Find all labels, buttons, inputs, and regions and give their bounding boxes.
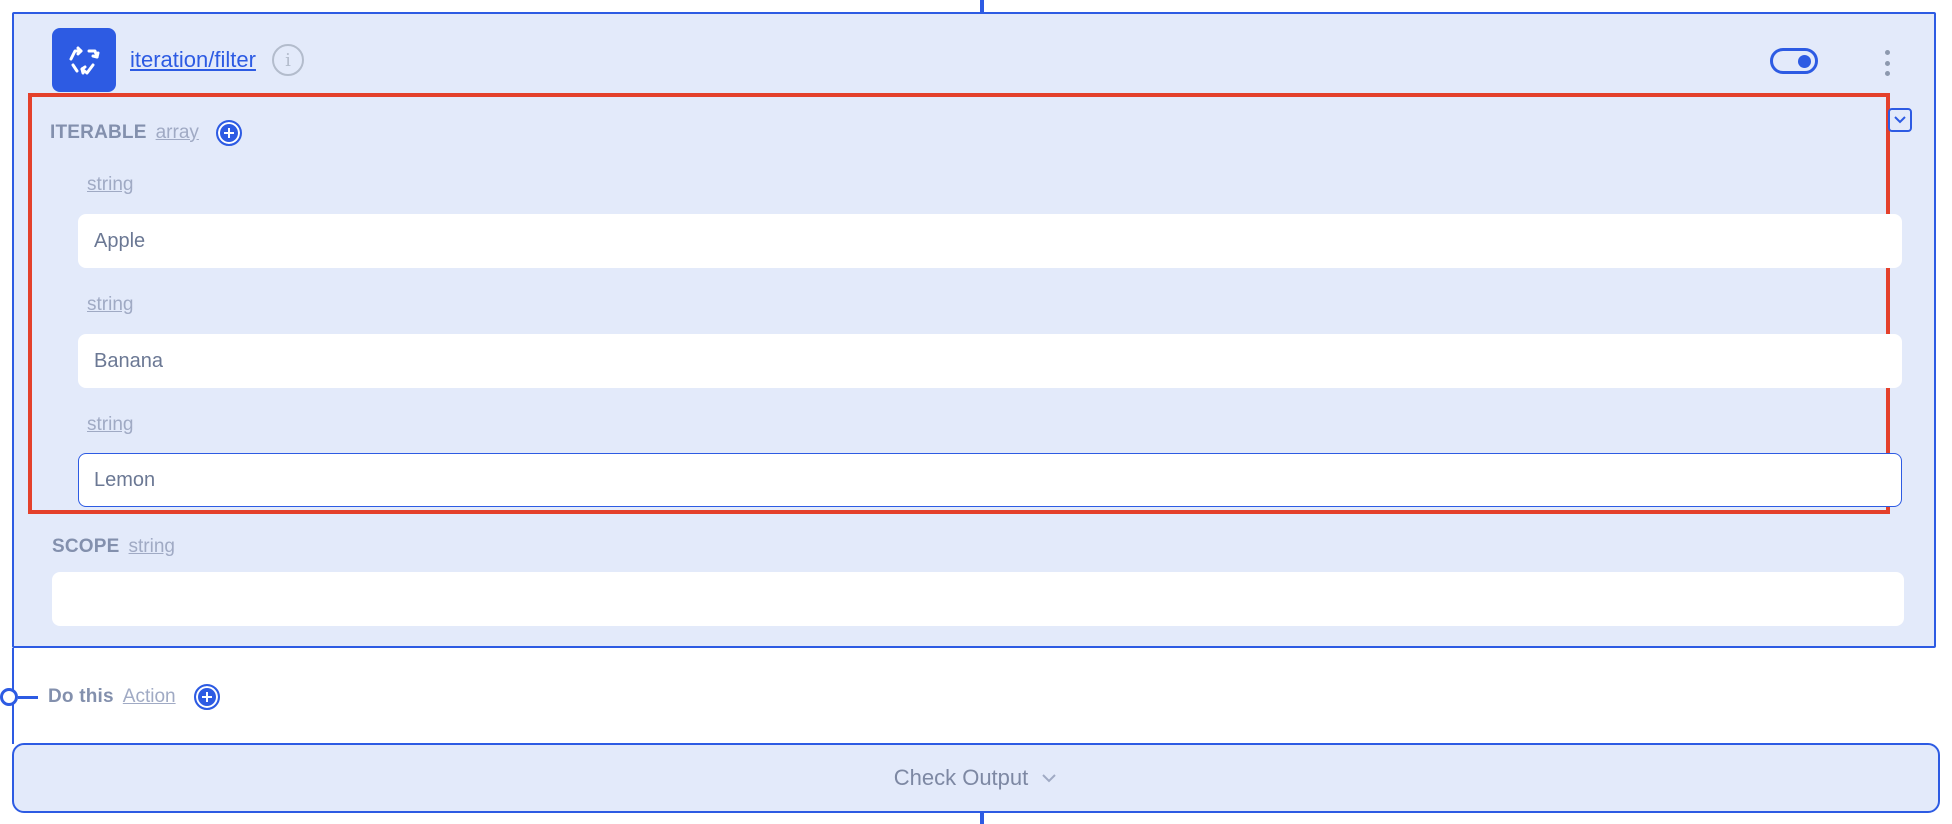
port-connector	[18, 695, 38, 699]
check-output-button[interactable]: Check Output	[12, 743, 1940, 813]
scope-label-row: SCOPE string	[52, 536, 175, 558]
plus-circle-icon[interactable]	[193, 684, 220, 710]
item-input-lemon[interactable]: Lemon	[78, 453, 1902, 507]
workflow-canvas: iteration/filter i SCOPE string ITERABLE…	[0, 0, 1952, 824]
chevron-down-icon[interactable]	[1888, 108, 1912, 132]
do-this-label: Do this	[48, 686, 114, 707]
connector-bottom	[980, 812, 984, 824]
scope-label: SCOPE	[52, 536, 120, 557]
item-type-link[interactable]: string	[87, 414, 133, 436]
node-title-link[interactable]: iteration/filter	[130, 47, 256, 73]
check-output-label: Check Output	[893, 765, 1029, 790]
node-enabled-toggle[interactable]	[1770, 48, 1818, 74]
scope-type-link[interactable]: string	[129, 536, 175, 558]
kebab-menu-icon[interactable]	[1884, 50, 1890, 76]
toggle-knob	[1798, 55, 1811, 68]
scope-input[interactable]	[52, 572, 1904, 626]
item-type-link[interactable]: string	[87, 294, 133, 316]
info-icon[interactable]: i	[271, 44, 304, 76]
recycle-arrows-icon	[52, 28, 116, 92]
plus-circle-icon[interactable]	[215, 120, 242, 146]
iterable-label-row: ITERABLE array	[50, 120, 242, 146]
action-type-link[interactable]: Action	[123, 686, 176, 708]
node-header: iteration/filter i	[52, 28, 304, 92]
do-this-row: Do this Action	[0, 684, 220, 710]
iterable-type-link[interactable]: array	[156, 122, 199, 144]
iterable-highlight	[28, 93, 1890, 514]
iterable-label: ITERABLE	[50, 122, 147, 143]
item-type-link[interactable]: string	[87, 174, 133, 196]
output-port[interactable]	[0, 688, 18, 706]
item-input-banana[interactable]: Banana	[78, 334, 1902, 388]
chevron-down-icon	[1040, 772, 1058, 784]
item-input-apple[interactable]: Apple	[78, 214, 1902, 268]
